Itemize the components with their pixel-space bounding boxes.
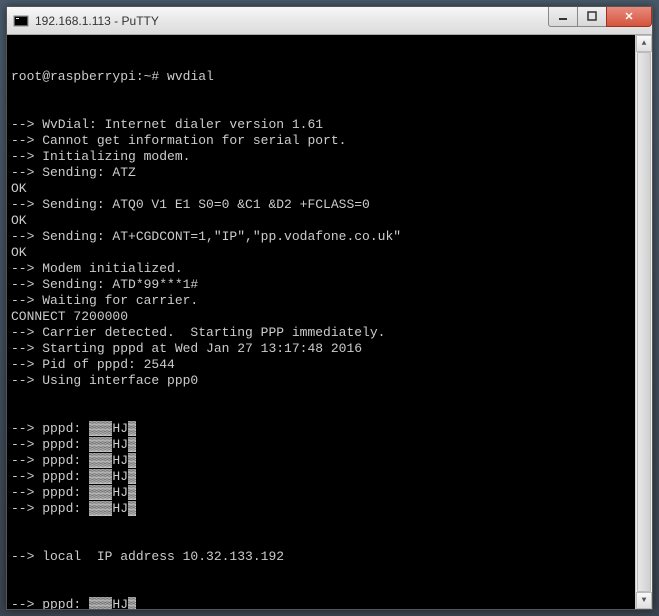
terminal-line: --> Sending: ATD*99***1# bbox=[11, 277, 635, 293]
terminal-content: root@raspberrypi:~# wvdial --> WvDial: I… bbox=[11, 37, 635, 607]
terminal-line: --> Starting pppd at Wed Jan 27 13:17:48… bbox=[11, 341, 635, 357]
pppd-line: --> pppd: ▒▒▒HJ▒ bbox=[11, 421, 635, 437]
pppd-line: --> pppd: ▒▒▒HJ▒ bbox=[11, 485, 635, 501]
terminal-line: OK bbox=[11, 213, 635, 229]
terminal-line: --> Using interface ppp0 bbox=[11, 373, 635, 389]
prompt: root@raspberrypi:~# bbox=[11, 69, 159, 84]
terminal-line: --> Cannot get information for serial po… bbox=[11, 133, 635, 149]
pppd-line: --> pppd: ▒▒▒HJ▒ bbox=[11, 597, 635, 609]
terminal-line: --> Initializing modem. bbox=[11, 149, 635, 165]
close-button[interactable] bbox=[606, 7, 652, 27]
terminal-line: OK bbox=[11, 245, 635, 261]
terminal-line: --> Sending: ATZ bbox=[11, 165, 635, 181]
scrollbar[interactable]: ▲ ▼ bbox=[635, 35, 652, 609]
maximize-button[interactable] bbox=[577, 7, 607, 27]
terminal-line: --> WvDial: Internet dialer version 1.61 bbox=[11, 117, 635, 133]
terminal-line: CONNECT 7200000 bbox=[11, 309, 635, 325]
pppd-line: --> pppd: ▒▒▒HJ▒ bbox=[11, 437, 635, 453]
terminal-line: --> Sending: AT+CGDCONT=1,"IP","pp.vodaf… bbox=[11, 229, 635, 245]
putty-window: 192.168.1.113 - PuTTY root@raspberrypi:~… bbox=[6, 6, 653, 610]
titlebar[interactable]: 192.168.1.113 - PuTTY bbox=[7, 7, 652, 35]
pppd-line: --> pppd: ▒▒▒HJ▒ bbox=[11, 501, 635, 517]
prompt-line: root@raspberrypi:~# wvdial bbox=[11, 69, 635, 85]
scroll-down-button[interactable]: ▼ bbox=[636, 592, 652, 609]
putty-icon bbox=[13, 13, 29, 29]
terminal-line: OK bbox=[11, 181, 635, 197]
local-ip-line: --> local IP address 10.32.133.192 bbox=[11, 549, 635, 565]
command: wvdial bbox=[167, 69, 214, 84]
terminal-line: --> Sending: ATQ0 V1 E1 S0=0 &C1 &D2 +FC… bbox=[11, 197, 635, 213]
terminal-line: --> Modem initialized. bbox=[11, 261, 635, 277]
scroll-up-button[interactable]: ▲ bbox=[636, 35, 652, 52]
pppd-line: --> pppd: ▒▒▒HJ▒ bbox=[11, 469, 635, 485]
terminal[interactable]: root@raspberrypi:~# wvdial --> WvDial: I… bbox=[7, 35, 652, 609]
terminal-line: --> Carrier detected. Starting PPP immed… bbox=[11, 325, 635, 341]
scrollbar-thumb[interactable] bbox=[637, 52, 651, 592]
minimize-button[interactable] bbox=[548, 7, 578, 27]
window-title: 192.168.1.113 - PuTTY bbox=[35, 14, 549, 28]
scrollbar-track[interactable] bbox=[636, 52, 652, 592]
terminal-line: --> Pid of pppd: 2544 bbox=[11, 357, 635, 373]
terminal-line: --> Waiting for carrier. bbox=[11, 293, 635, 309]
window-controls bbox=[549, 7, 652, 27]
pppd-line: --> pppd: ▒▒▒HJ▒ bbox=[11, 453, 635, 469]
